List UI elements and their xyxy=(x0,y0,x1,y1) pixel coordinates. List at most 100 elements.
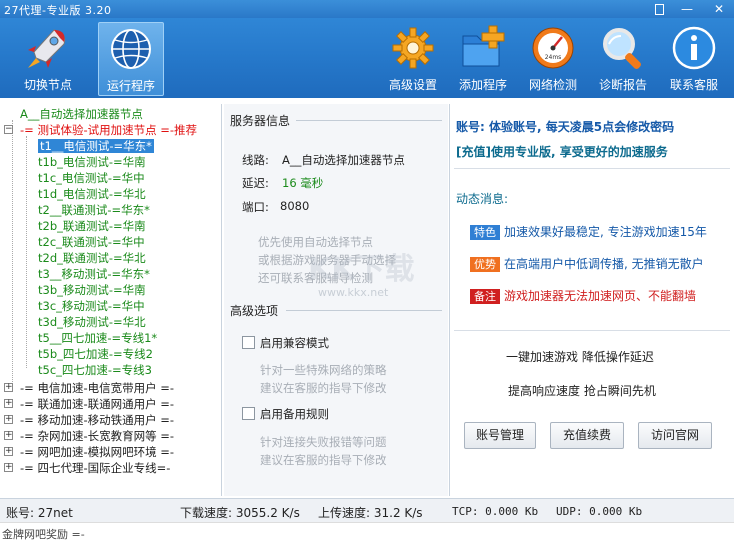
account-manage-button[interactable]: 账号管理 xyxy=(464,422,536,449)
delay-label: 延迟: xyxy=(242,176,269,190)
backup-hint: 针对连接失败报错等问题 xyxy=(260,435,387,449)
news-title: 动态消息: xyxy=(456,192,509,206)
tree-node[interactable]: t5c_四七加速-=专线3 xyxy=(38,362,152,378)
network-check-button[interactable]: 24ms 网络检测 xyxy=(524,22,582,96)
tree-node[interactable]: t3__移动测试-=华东* xyxy=(38,266,150,282)
tree-node-auto[interactable]: A__自动选择加速器节点 xyxy=(20,106,143,122)
contact-support-label: 联系客服 xyxy=(669,78,718,92)
tree-node[interactable]: t5b_四七加速-=专线2 xyxy=(38,346,153,362)
title-bar: 27代理-专业版 3.20 — ✕ xyxy=(0,0,734,18)
folder-add-icon xyxy=(462,25,505,67)
delay-value: 16 毫秒 xyxy=(282,176,324,190)
bottom-strip: 金牌网吧奖励 =- xyxy=(0,522,734,543)
expand-icon[interactable]: + xyxy=(4,383,13,392)
visit-website-button[interactable]: 访问官网 xyxy=(638,422,712,449)
expand-icon[interactable]: + xyxy=(4,399,13,408)
recharge-info[interactable]: [充值]使用专业版, 享受更好的加速服务 xyxy=(456,143,668,160)
line-value: A__自动选择加速器节点 xyxy=(282,153,405,167)
news-tag: 优势 xyxy=(470,257,500,272)
run-program-button[interactable]: 运行程序 xyxy=(98,22,164,96)
diagnose-report-label: 诊断报告 xyxy=(598,78,647,92)
tree-group[interactable]: -= 四七代理-国际企业专线=- xyxy=(20,460,170,476)
news-item: 特色 加速效果好最稳定, 专注游戏加速15年 xyxy=(470,223,707,240)
news-item: 优势 在高端用户中低调传播, 无推销无散户 xyxy=(470,255,704,272)
tree-node[interactable]: t5__四七加速-=专线1* xyxy=(38,330,157,346)
tree-node[interactable]: t2d_联通测试-=华北 xyxy=(38,250,146,266)
news-text: 加速效果好最稳定, 专注游戏加速15年 xyxy=(504,225,707,239)
tree-node[interactable]: t1d_电信测试-=华北 xyxy=(38,186,146,202)
advanced-settings-button[interactable]: 高级设置 xyxy=(384,22,442,96)
compat-hint: 建议在客服的指导下修改 xyxy=(260,381,387,395)
close-button[interactable]: ✕ xyxy=(704,1,734,17)
server-info-panel: 服务器信息 线路: A__自动选择加速器节点 延迟: 16 毫秒 端口: 808… xyxy=(224,104,448,496)
status-bar: 账号: 27net 下载速度: 3055.2 K/s 上传速度: 31.2 K/… xyxy=(0,498,734,522)
status-udp: UDP: 0.000 Kb xyxy=(556,505,643,518)
toolbar: 切换节点 运行程序 高级设置 添加程序 24ms 网络检测 诊断报告 联系客服 xyxy=(0,18,734,98)
compat-mode-label[interactable]: 启用兼容模式 xyxy=(260,335,329,351)
status-download: 下载速度: 3055.2 K/s xyxy=(180,506,300,520)
node-tree: A__自动选择加速器节点 − -= 测试体验-试用加速节点 =-推荐 t1__电… xyxy=(0,104,222,496)
compat-hint: 针对一些特殊网络的策略 xyxy=(260,363,387,377)
tree-node[interactable]: t2c_联通测试-=华中 xyxy=(38,234,145,250)
account-info: 账号: 体验账号, 每天凌晨5点会修改密码 xyxy=(456,120,675,134)
news-item: 备注 游戏加速器无法加速网页、不能翻墙 xyxy=(470,287,696,304)
expand-icon[interactable]: + xyxy=(4,415,13,424)
switch-node-button[interactable]: 切换节点 xyxy=(14,22,82,96)
news-tag: 备注 xyxy=(470,289,500,304)
tree-node-selected[interactable]: t1__电信测试-=华东* xyxy=(38,138,154,154)
tree-group[interactable]: -= 移动加速-移动铁通用户 =- xyxy=(20,412,174,428)
diagnose-report-button[interactable]: 诊断报告 xyxy=(594,22,652,96)
magnifier-icon xyxy=(603,28,641,69)
server-info-title: 服务器信息 xyxy=(230,114,291,128)
account-panel: 账号: 体验账号, 每天凌晨5点会修改密码 [充值]使用专业版, 享受更好的加速… xyxy=(449,104,734,496)
speedometer-icon: 24ms xyxy=(532,27,574,69)
tree-node[interactable]: t2b_联通测试-=华南 xyxy=(38,218,146,234)
tree-group[interactable]: -= 电信加速-电信宽带用户 =- xyxy=(20,380,174,396)
news-tag: 特色 xyxy=(470,225,500,240)
recharge-button[interactable]: 充值续费 xyxy=(550,422,624,449)
backup-hint: 建议在客服的指导下修改 xyxy=(260,453,387,467)
slogan-line: 一键加速游戏 降低操作延迟 xyxy=(506,350,654,364)
tree-node-trial[interactable]: -= 测试体验-试用加速节点 =-推荐 xyxy=(20,122,197,138)
watermark-url: www.kkx.net xyxy=(318,286,389,299)
tree-node[interactable]: t1b_电信测试-=华南 xyxy=(38,154,146,170)
add-program-label: 添加程序 xyxy=(458,78,507,92)
line-label: 线路: xyxy=(242,153,269,167)
compat-mode-checkbox[interactable] xyxy=(242,336,255,349)
info-icon xyxy=(672,26,716,70)
tree-group[interactable]: -= 联通加速-联通网通用户 =- xyxy=(20,396,174,412)
gear-icon xyxy=(392,27,434,69)
tree-node-label: t1__电信测试-=华东* xyxy=(38,139,154,153)
slogan-line: 提高响应速度 抢占瞬间先机 xyxy=(508,384,656,398)
run-program-label: 运行程序 xyxy=(106,79,155,93)
tree-node[interactable]: t3b_移动测试-=华南 xyxy=(38,282,146,298)
status-account: 账号: 27net xyxy=(6,506,73,520)
tree-node[interactable]: t3d_移动测试-=华北 xyxy=(38,314,146,330)
backup-rule-label[interactable]: 启用备用规则 xyxy=(260,406,329,422)
tree-node[interactable]: t3c_移动测试-=华中 xyxy=(38,298,145,314)
expand-icon[interactable]: + xyxy=(4,431,13,440)
tree-group[interactable]: -= 网吧加速-模拟网吧环境 =- xyxy=(20,444,174,460)
advanced-options-title: 高级选项 xyxy=(230,304,279,318)
tree-group[interactable]: -= 杂网加速-长宽教育网等 =- xyxy=(20,428,174,444)
minimize-button[interactable]: — xyxy=(674,1,700,17)
status-upload: 上传速度: 31.2 K/s xyxy=(318,506,423,520)
pin-icon[interactable] xyxy=(646,1,672,17)
network-check-label: 网络检测 xyxy=(528,78,577,92)
contact-support-button[interactable]: 联系客服 xyxy=(664,22,724,96)
watermark-text: KK下载 xyxy=(308,252,415,287)
tree-node[interactable]: t2__联通测试-=华东* xyxy=(38,202,150,218)
expand-icon[interactable]: + xyxy=(4,447,13,456)
status-tcp: TCP: 0.000 Kb xyxy=(452,505,539,518)
expand-icon[interactable]: + xyxy=(4,463,13,472)
backup-rule-checkbox[interactable] xyxy=(242,407,255,420)
switch-node-label: 切换节点 xyxy=(23,78,72,92)
port-label: 端口: xyxy=(242,200,269,214)
collapse-icon[interactable]: − xyxy=(4,125,13,134)
tree-node[interactable]: t1c_电信测试-=华中 xyxy=(38,170,145,186)
add-program-button[interactable]: 添加程序 xyxy=(454,22,512,96)
bottom-text: 金牌网吧奖励 =- xyxy=(2,528,85,541)
window-title: 27代理-专业版 3.20 xyxy=(4,4,112,17)
gauge-text: 24ms xyxy=(545,54,562,61)
news-text: 在高端用户中低调传播, 无推销无散户 xyxy=(504,257,704,271)
